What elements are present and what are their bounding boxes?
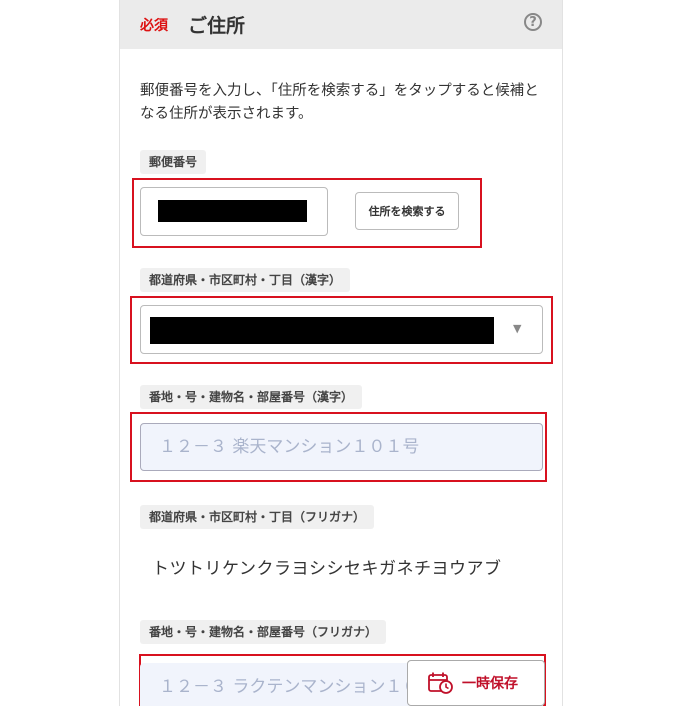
section-title: ご住所 [188,15,246,37]
redacted-value [150,317,494,344]
postal-code-label: 郵便番号 [140,150,207,174]
section-header: 必須 ご住所 ? [120,0,562,49]
calendar-clock-icon [428,671,454,695]
street-kana-label: 番地・号・建物名・部屋番号（フリガナ） [140,620,387,644]
prefecture-select[interactable]: ▼ [140,305,543,354]
redacted-value [158,200,307,222]
street-label: 番地・号・建物名・部屋番号（漢字） [140,385,363,409]
chevron-down-icon: ▼ [513,322,522,335]
postal-code-input[interactable] [140,187,328,236]
required-badge: 必須 [140,18,168,34]
prefecture-label: 都道府県・市区町村・丁目（漢字） [140,268,351,292]
search-address-button[interactable]: 住所を検索する [355,192,459,230]
save-draft-button[interactable]: 一時保存 [407,660,545,706]
street-input[interactable]: １２－３ 楽天マンション１０１号 [140,423,543,471]
address-panel: 必須 ご住所 ? 郵便番号を入力し、「住所を検索する」をタップすると候補となる住… [119,0,563,706]
save-draft-label: 一時保存 [462,676,518,692]
prefecture-kana-label: 都道府県・市区町村・丁目（フリガナ） [140,505,375,529]
prefecture-kana-value: トツトリケンクラヨシシセキガネチヨウアブ [152,559,502,579]
help-icon[interactable]: ? [524,13,542,31]
instruction-text: 郵便番号を入力し、「住所を検索する」をタップすると候補となる住所が表示されます。 [140,83,539,122]
